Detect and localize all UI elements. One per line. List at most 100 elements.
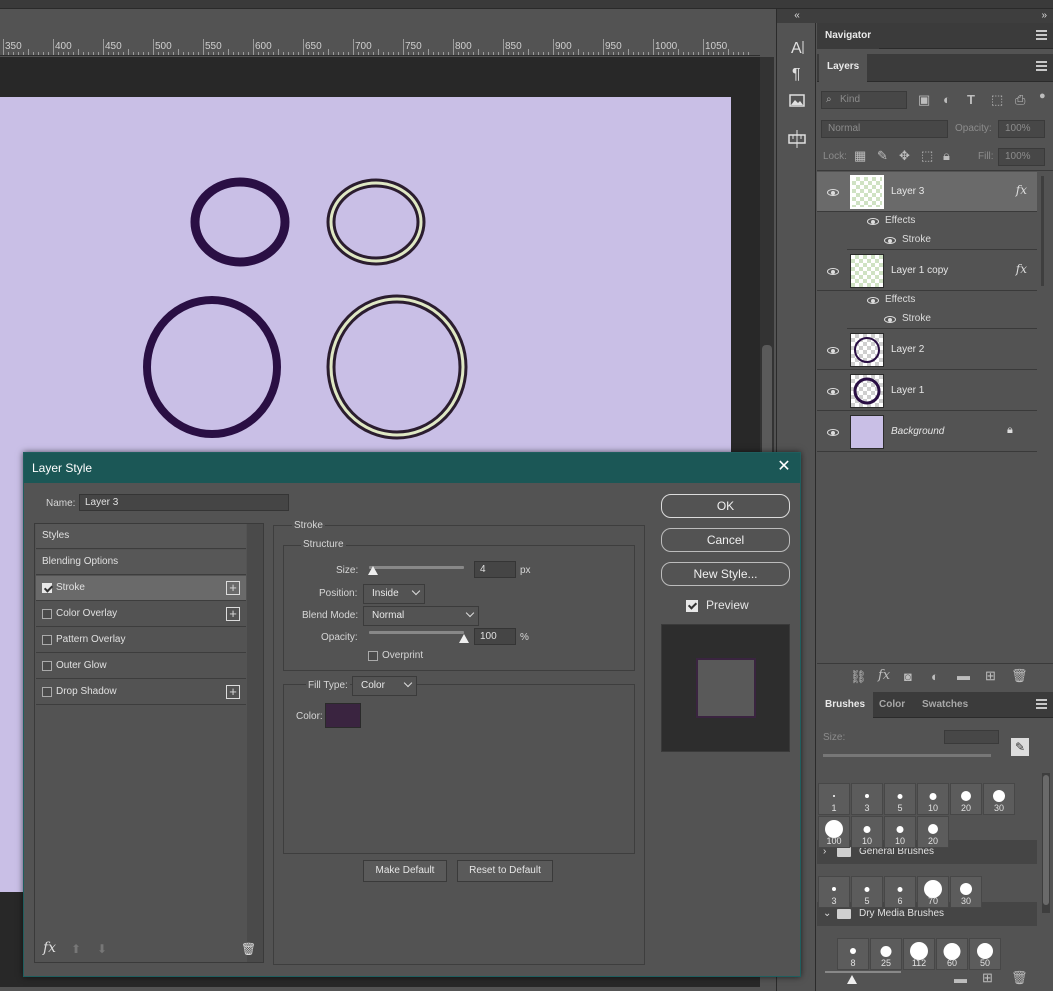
brush-preset[interactable]: 3 — [818, 876, 850, 908]
character-icon[interactable]: A — [785, 35, 809, 59]
visibility-eye-icon[interactable] — [827, 268, 839, 275]
tab-swatches[interactable]: Swatches — [914, 692, 976, 718]
fill-type-select[interactable]: Color — [352, 676, 417, 696]
outer-glow-checkbox[interactable] — [42, 661, 52, 671]
brush-preset[interactable]: 112 — [903, 938, 935, 970]
fx-menu-icon[interactable]: fx — [43, 940, 56, 956]
make-default-button[interactable]: Make Default — [363, 860, 447, 882]
brush-preset[interactable]: 10 — [917, 783, 949, 815]
new-style-button[interactable]: New Style... — [661, 562, 790, 586]
drop-shadow-checkbox[interactable] — [42, 687, 52, 697]
stroke-effect-label[interactable]: Stroke — [902, 234, 931, 245]
reset-to-default-button[interactable]: Reset to Default — [457, 860, 553, 882]
styles-item[interactable]: Styles — [36, 524, 246, 549]
stroke-effect-label[interactable]: Stroke — [902, 313, 931, 324]
filter-toggle-icon[interactable]: ● — [1039, 90, 1046, 102]
stroke-item[interactable]: Stroke + — [36, 576, 246, 601]
brush-preset[interactable]: 10 — [884, 816, 916, 848]
add-stroke-icon[interactable]: + — [226, 581, 240, 595]
brush-size-field[interactable] — [944, 730, 999, 744]
brush-preset[interactable]: 10 — [851, 816, 883, 848]
brush-preset[interactable]: 20 — [917, 816, 949, 848]
lock-move-icon[interactable]: ✥ — [899, 148, 910, 164]
layer-row-layer-2[interactable]: Layer 2 — [817, 330, 1037, 370]
style-name-field[interactable]: Layer 3 — [79, 494, 289, 511]
close-icon[interactable]: ✕ — [776, 459, 792, 475]
drop-shadow-item[interactable]: Drop Shadow + — [36, 680, 246, 705]
overprint-checkbox[interactable] — [368, 651, 378, 661]
visibility-eye-icon[interactable] — [827, 189, 839, 196]
effects-eye-icon[interactable] — [867, 297, 879, 304]
opacity-slider[interactable] — [369, 631, 464, 634]
link-layers-icon[interactable]: ⛓ — [850, 669, 867, 685]
brushes-scrollbar[interactable] — [1042, 773, 1050, 913]
visibility-eye-icon[interactable] — [827, 388, 839, 395]
brush-preset[interactable]: 1 — [818, 783, 850, 815]
move-down-icon[interactable]: ⬇ — [97, 942, 107, 956]
fx-icon[interactable]: fx — [1016, 183, 1027, 197]
blending-options-item[interactable]: Blending Options — [36, 550, 246, 575]
adjustment-layer-icon[interactable]: ◐ — [931, 669, 939, 684]
brush-size-slider[interactable] — [823, 754, 991, 757]
color-overlay-checkbox[interactable] — [42, 609, 52, 619]
pixel-filter-icon[interactable]: ▣ — [918, 92, 930, 108]
ok-button[interactable]: OK — [661, 494, 790, 518]
preview-checkbox[interactable] — [686, 600, 698, 612]
thumb-size-slider[interactable] — [825, 971, 901, 973]
visibility-eye-icon[interactable] — [827, 429, 839, 436]
brush-preset[interactable]: 5 — [884, 783, 916, 815]
new-brush-icon[interactable]: ⊞ — [982, 970, 993, 986]
filter-kind-select[interactable]: ⌕ Kind — [821, 91, 907, 109]
brush-preset[interactable]: 3 — [851, 783, 883, 815]
brush-preset[interactable]: 20 — [950, 783, 982, 815]
brush-preset[interactable]: 30 — [983, 783, 1015, 815]
paragraph-icon[interactable]: ¶ — [785, 61, 809, 85]
stroke-color-swatch[interactable] — [325, 703, 361, 728]
brush-preset[interactable]: 60 — [936, 938, 968, 970]
add-style-icon[interactable]: fx — [878, 668, 890, 683]
opacity-slider-knob[interactable] — [459, 634, 469, 643]
stroke-eye-icon[interactable] — [884, 237, 896, 244]
add-mask-icon[interactable]: ◙ — [904, 669, 912, 684]
delete-effect-icon[interactable]: 🗑︎ — [241, 942, 256, 956]
delete-brush-icon[interactable]: 🗑︎ — [1011, 970, 1028, 986]
thumb-size-knob[interactable] — [847, 975, 857, 984]
cancel-button[interactable]: Cancel — [661, 528, 790, 552]
blend-mode-select[interactable]: Normal — [363, 606, 479, 626]
size-field[interactable]: 4 — [474, 561, 516, 578]
smart-object-filter-icon[interactable]: ⎙ — [1015, 92, 1025, 108]
styles-list-scrollbar[interactable] — [247, 524, 263, 962]
brush-settings-icon[interactable]: ✎ — [1011, 738, 1029, 756]
tab-navigator[interactable]: Navigator — [817, 23, 880, 49]
delete-layer-icon[interactable]: 🗑︎ — [1011, 668, 1028, 684]
new-group-icon[interactable]: ▬ — [957, 668, 970, 683]
adjustment-filter-icon[interactable]: ◐ — [943, 92, 951, 107]
brush-preset[interactable]: 25 — [870, 938, 902, 970]
type-filter-icon[interactable]: T — [967, 92, 975, 107]
layer-row-layer-3[interactable]: Layer 3 fx — [817, 172, 1037, 212]
pattern-overlay-item[interactable]: Pattern Overlay — [36, 628, 246, 653]
lock-brush-icon[interactable]: ✎ — [877, 148, 888, 164]
effects-eye-icon[interactable] — [867, 218, 879, 225]
layer-row-layer-1-copy[interactable]: Layer 1 copy fx — [817, 251, 1037, 291]
brush-preset[interactable]: 6 — [884, 876, 916, 908]
brush-preset[interactable]: 5 — [851, 876, 883, 908]
new-group-icon[interactable]: ▬ — [954, 971, 967, 986]
lock-artboard-icon[interactable]: ⬚ — [921, 148, 933, 164]
stroke-checkbox[interactable] — [42, 583, 52, 593]
tab-layers[interactable]: Layers — [819, 54, 868, 82]
lock-transparent-icon[interactable]: ▦ — [854, 148, 866, 164]
size-slider[interactable] — [369, 566, 464, 569]
move-up-icon[interactable]: ⬆ — [71, 942, 81, 956]
outer-glow-item[interactable]: Outer Glow — [36, 654, 246, 679]
new-layer-icon[interactable]: ⊞ — [985, 668, 996, 684]
tab-color[interactable]: Color — [871, 692, 913, 718]
shape-filter-icon[interactable]: ⬚ — [991, 92, 1003, 108]
visibility-eye-icon[interactable] — [827, 347, 839, 354]
size-slider-knob[interactable] — [367, 566, 378, 575]
add-drop-shadow-icon[interactable]: + — [226, 685, 240, 699]
brush-preset[interactable]: 30 — [950, 876, 982, 908]
lock-all-icon[interactable]: 🔒︎ — [943, 148, 950, 164]
tab-brushes[interactable]: Brushes — [817, 692, 874, 718]
stroke-eye-icon[interactable] — [884, 316, 896, 323]
